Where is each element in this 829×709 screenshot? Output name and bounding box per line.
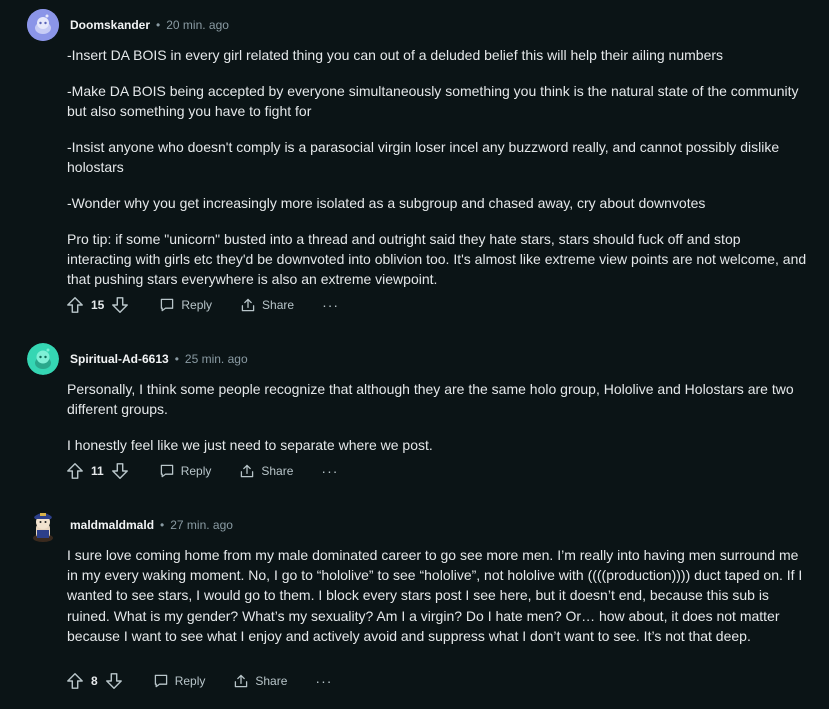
timestamp[interactable]: 20 min. ago [166, 18, 229, 32]
comment-paragraph: Personally, I think some people recogniz… [67, 381, 794, 417]
share-label: Share [262, 298, 295, 312]
share-label: Share [255, 674, 288, 688]
reply-label: Reply [174, 674, 206, 688]
comment-paragraph: Pro tip: if some "unicorn" busted into a… [67, 231, 807, 287]
share-icon [235, 674, 248, 688]
more-options-button[interactable]: ··· [321, 463, 338, 479]
vote-score: 8 [91, 674, 98, 688]
comment-paragraph: -Insert DA BOIS in every girl related th… [67, 47, 724, 63]
snoo-icon [27, 343, 59, 375]
comment-bubble-icon [160, 464, 173, 478]
timestamp[interactable]: 25 min. ago [185, 352, 248, 366]
snoo-icon [27, 9, 59, 41]
reply-button[interactable]: Reply [159, 297, 212, 313]
comment-body: I sure love coming home from my male dom… [67, 545, 807, 662]
comment-actions: 8 Reply Share ··· [66, 669, 332, 693]
share-button[interactable]: Share [233, 673, 287, 689]
officer-avatar-icon [33, 513, 53, 542]
avatar[interactable] [27, 9, 59, 41]
comment-paragraph: -Make DA BOIS being accepted by everyone… [67, 83, 799, 119]
share-button[interactable]: Share [240, 297, 294, 313]
comment-actions: 11 Reply Share ··· [66, 459, 338, 483]
share-button[interactable]: Share [239, 463, 293, 479]
comment-paragraph: I sure love coming home from my male dom… [67, 547, 803, 644]
comment-actions: 15 Reply Share ··· [66, 293, 339, 317]
share-icon [241, 464, 254, 478]
comment-paragraph: -Wonder why you get increasingly more is… [67, 195, 706, 211]
separator-dot: • [156, 18, 161, 32]
upvote-icon[interactable] [66, 296, 84, 314]
avatar[interactable] [27, 343, 59, 375]
comment-paragraph: -Insist anyone who doesn't comply is a p… [67, 139, 780, 175]
downvote-icon[interactable] [111, 462, 129, 480]
comment-bubble-icon [161, 298, 174, 312]
share-label: Share [261, 464, 294, 478]
more-options-button[interactable]: ··· [315, 673, 332, 689]
username[interactable]: Spiritual-Ad-6613 [70, 352, 169, 366]
comment-paragraph: I honestly feel like we just need to sep… [67, 437, 433, 453]
avatar[interactable] [28, 508, 58, 542]
reply-button[interactable]: Reply [153, 673, 206, 689]
username[interactable]: Doomskander [70, 18, 150, 32]
separator-dot: • [174, 352, 179, 366]
comment-body: -Insert DA BOIS in every girl related th… [67, 45, 807, 305]
comment-body: Personally, I think some people recogniz… [67, 379, 807, 471]
vote-score: 11 [91, 464, 104, 478]
separator-dot: • [160, 518, 165, 532]
share-icon [241, 298, 255, 312]
reply-label: Reply [180, 464, 212, 478]
reply-label: Reply [181, 298, 213, 312]
timestamp[interactable]: 27 min. ago [170, 518, 233, 532]
vote-score: 15 [91, 298, 105, 312]
reply-button[interactable]: Reply [159, 463, 212, 479]
upvote-icon[interactable] [66, 462, 84, 480]
upvote-icon[interactable] [66, 672, 84, 690]
comment-bubble-icon [154, 674, 167, 688]
username[interactable]: maldmaldmald [70, 518, 154, 532]
more-options-button[interactable]: ··· [322, 297, 339, 313]
downvote-icon[interactable] [105, 672, 123, 690]
downvote-icon[interactable] [111, 296, 129, 314]
